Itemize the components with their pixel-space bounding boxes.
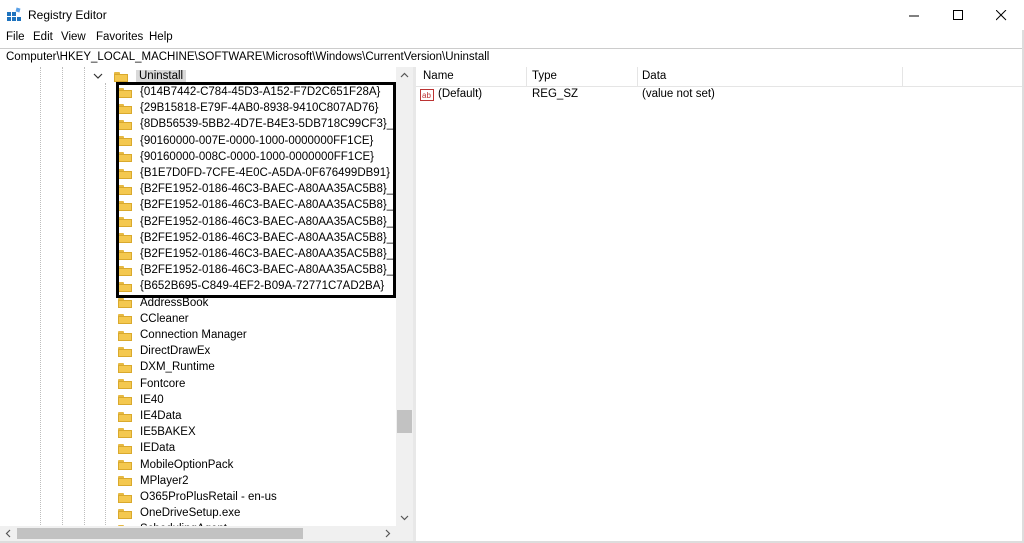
- folder-icon: [118, 297, 132, 309]
- column-divider[interactable]: [637, 67, 638, 86]
- tree-node[interactable]: IEData: [118, 440, 175, 456]
- tree-guide-line: [40, 67, 41, 541]
- tree-node-label: DXM_Runtime: [140, 361, 215, 374]
- tree-node[interactable]: IE4Data: [118, 408, 182, 424]
- menu-edit[interactable]: Edit: [33, 31, 53, 43]
- tree-node-label: Uninstall: [136, 70, 187, 82]
- folder-icon: [118, 378, 132, 390]
- folder-icon: [118, 475, 132, 487]
- column-divider[interactable]: [526, 67, 527, 86]
- column-header-name[interactable]: Name: [423, 70, 454, 82]
- folder-icon: [118, 492, 132, 503]
- scroll-down-icon[interactable]: [399, 512, 410, 523]
- menu-view[interactable]: View: [61, 31, 86, 43]
- tree-node-label: O365ProPlusRetail - en-us: [140, 491, 277, 503]
- value-row[interactable]: ab (Default) REG_SZ (value not set): [416, 87, 1022, 103]
- minimize-button[interactable]: [891, 0, 937, 30]
- tree-node[interactable]: O365ProPlusRetail - en-us: [118, 489, 277, 505]
- window-title: Registry Editor: [28, 8, 107, 22]
- scroll-thumb[interactable]: [17, 528, 303, 539]
- maximize-icon: [952, 9, 963, 20]
- tree-node-label: IE5BAKEX: [140, 426, 196, 439]
- scroll-right-icon[interactable]: [383, 528, 393, 539]
- value-data: (value not set): [642, 88, 715, 100]
- column-header-type[interactable]: Type: [532, 70, 557, 82]
- folder-icon: [114, 71, 128, 82]
- tree-node-label: IE40: [140, 393, 164, 406]
- tree-guide-line: [105, 83, 106, 541]
- menu-help[interactable]: Help: [149, 31, 173, 43]
- values-pane[interactable]: Name Type Data ab (Default) REG_SZ (valu…: [416, 67, 1022, 541]
- folder-icon: [118, 443, 132, 454]
- tree-vertical-scrollbar[interactable]: [396, 67, 413, 527]
- column-divider[interactable]: [902, 67, 903, 86]
- close-icon: [995, 9, 1006, 20]
- folder-icon: [118, 346, 132, 357]
- tree-node-label: MobileOptionPack: [140, 458, 234, 471]
- menu-bar: File Edit View Favorites Help: [0, 30, 1024, 46]
- tree-node[interactable]: Connection Manager: [118, 327, 247, 343]
- folder-icon: [118, 508, 132, 519]
- tree-guide-line: [84, 67, 85, 541]
- tree-node[interactable]: Fontcore: [118, 376, 185, 392]
- folder-icon: [118, 394, 132, 406]
- tree-node[interactable]: OneDriveSetup.exe: [118, 505, 240, 521]
- column-header-data[interactable]: Data: [642, 70, 666, 82]
- minimize-icon: [908, 15, 919, 16]
- folder-icon: [118, 330, 132, 341]
- scroll-left-icon[interactable]: [3, 528, 13, 539]
- maximize-button[interactable]: [935, 0, 981, 30]
- title-bar[interactable]: Registry Editor: [0, 0, 1024, 30]
- value-name: (Default): [438, 88, 483, 100]
- tree-node[interactable]: MPlayer2: [118, 473, 189, 489]
- folder-icon: [118, 459, 132, 471]
- tree-node[interactable]: MobileOptionPack: [118, 457, 233, 473]
- tree-node-label: Fontcore: [140, 377, 186, 390]
- tree-node-label: IE4Data: [140, 410, 182, 422]
- folder-icon: [118, 362, 132, 373]
- tree-node-label: Connection Manager: [140, 329, 247, 341]
- tree-node[interactable]: CCleaner: [118, 311, 189, 327]
- folder-icon: [118, 427, 132, 438]
- folder-icon: [118, 411, 132, 422]
- chevron-down-icon[interactable]: [92, 70, 104, 82]
- tree-node-label: CCleaner: [140, 312, 189, 325]
- tree-node-label: MPlayer2: [140, 474, 189, 487]
- tree-node[interactable]: IE40: [118, 392, 164, 408]
- registry-editor-icon: [7, 7, 21, 21]
- scroll-up-icon[interactable]: [399, 70, 410, 81]
- string-value-icon: ab: [420, 89, 434, 101]
- folder-icon: [118, 313, 132, 325]
- tree-node-label: IEData: [140, 442, 176, 455]
- tree-guide-line: [62, 67, 63, 541]
- close-button[interactable]: [978, 0, 1024, 30]
- address-path[interactable]: Computer\HKEY_LOCAL_MACHINE\SOFTWARE\Mic…: [6, 51, 489, 63]
- menu-file[interactable]: File: [6, 31, 25, 43]
- tree-node[interactable]: DXM_Runtime: [118, 359, 215, 375]
- address-bar[interactable]: Computer\HKEY_LOCAL_MACHINE\SOFTWARE\Mic…: [0, 48, 1022, 68]
- highlight-box: [116, 82, 396, 298]
- scroll-thumb[interactable]: [397, 410, 412, 433]
- menu-favorites[interactable]: Favorites: [96, 31, 143, 43]
- svg-text:ab: ab: [422, 91, 431, 100]
- tree-node-label: DirectDrawEx: [140, 345, 211, 358]
- tree-horizontal-scrollbar[interactable]: [0, 526, 413, 541]
- tree-node[interactable]: IE5BAKEX: [118, 424, 196, 440]
- tree-node-label: OneDriveSetup.exe: [140, 507, 241, 520]
- values-header: Name Type Data: [416, 67, 1022, 87]
- tree-node[interactable]: DirectDrawEx: [118, 343, 210, 359]
- value-type: REG_SZ: [532, 88, 579, 100]
- tree-node-label: AddressBook: [140, 296, 209, 309]
